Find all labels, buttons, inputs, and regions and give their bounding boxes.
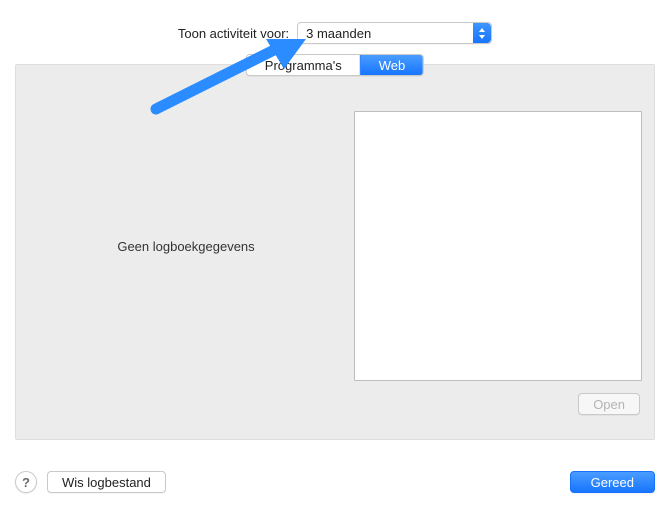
bottom-bar: ? Wis logbestand Gereed [0,459,670,505]
log-empty-area: Geen logboekgegevens [28,111,344,381]
open-button: Open [578,393,640,415]
log-content: Geen logboekgegevens [28,111,642,381]
activity-period-select[interactable]: 3 maanden [297,22,492,44]
activity-filter-row: Toon activiteit voor: 3 maanden [0,0,670,44]
view-tabs: Programma's Web [246,54,424,76]
empty-message: Geen logboekgegevens [117,239,254,254]
help-button[interactable]: ? [15,471,37,493]
log-panel: Programma's Web Geen logboekgegevens Ope… [15,64,655,440]
clear-log-button[interactable]: Wis logbestand [47,471,166,493]
activity-period-value: 3 maanden [306,26,371,41]
help-icon: ? [22,475,30,490]
open-button-row: Open [28,393,642,415]
detail-list[interactable] [354,111,642,381]
done-button[interactable]: Gereed [570,471,655,493]
activity-filter-label: Toon activiteit voor: [178,26,289,41]
tab-web[interactable]: Web [360,55,424,75]
preferences-window: Toon activiteit voor: 3 maanden Programm… [0,0,670,505]
select-stepper-icon [473,23,491,43]
tab-programs[interactable]: Programma's [247,55,360,75]
